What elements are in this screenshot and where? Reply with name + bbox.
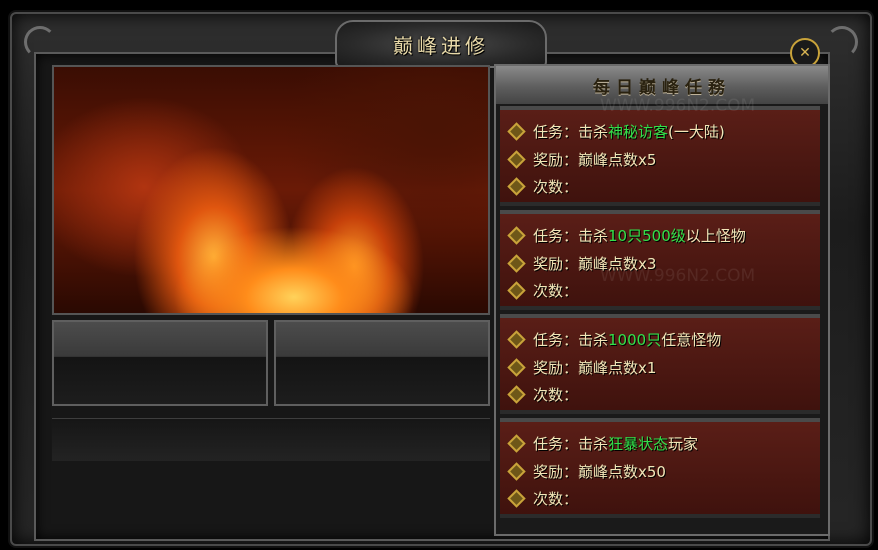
diamond-bullet-icon bbox=[507, 121, 526, 141]
task-card: 任务：击杀 10只500级 以上怪物 奖励：巅峰点数x3 次数： bbox=[500, 210, 820, 310]
task-highlight: 神秘访客 bbox=[608, 122, 669, 141]
task-line: 任务：击杀 神秘访客 (一大陆) bbox=[507, 120, 725, 142]
count-line: 次数： bbox=[507, 487, 578, 509]
item-slot[interactable] bbox=[52, 320, 268, 406]
info-bar bbox=[52, 418, 490, 461]
reward-line: 奖励：巅峰点数x5 bbox=[507, 148, 656, 170]
task-card: 任务：击杀 神秘访客 (一大陆) 奖励：巅峰点数x5 次数： bbox=[500, 106, 820, 206]
fire-banner-image bbox=[52, 65, 490, 315]
task-card: 任务：击杀 狂暴状态 玩家 奖励：巅峰点数x50 次数： bbox=[500, 418, 820, 518]
diamond-bullet-icon bbox=[507, 280, 526, 300]
panel-title: 每日巅峰任務 bbox=[593, 77, 731, 98]
count-line: 次数： bbox=[507, 383, 578, 405]
task-line: 任务：击杀 10只500级 以上怪物 bbox=[507, 224, 746, 246]
task-highlight: 狂暴状态 bbox=[608, 434, 669, 453]
diamond-bullet-icon bbox=[507, 461, 526, 481]
item-slot[interactable] bbox=[274, 320, 490, 406]
task-highlight: 10只500级 bbox=[608, 226, 686, 245]
title-plate: 巅峰进修 bbox=[335, 20, 547, 68]
diamond-bullet-icon bbox=[507, 329, 526, 349]
diamond-bullet-icon bbox=[507, 488, 526, 508]
task-line: 任务：击杀 1000只 任意怪物 bbox=[507, 328, 721, 350]
diamond-bullet-icon bbox=[507, 433, 526, 453]
watermark-text: WWW.996N2.COM bbox=[600, 266, 756, 286]
diamond-bullet-icon bbox=[507, 149, 526, 169]
corner-ornament-icon bbox=[826, 26, 858, 58]
window-title: 巅峰进修 bbox=[393, 33, 489, 58]
count-line: 次数： bbox=[507, 279, 578, 301]
reward-line: 奖励：巅峰点数x50 bbox=[507, 460, 666, 482]
diamond-bullet-icon bbox=[507, 225, 526, 245]
daily-task-panel: 每日巅峰任務 任务：击杀 神秘访客 (一大陆) 奖励：巅峰点数x5 次数： 任务：击… bbox=[494, 64, 830, 536]
diamond-bullet-icon bbox=[507, 176, 526, 196]
count-line: 次数： bbox=[507, 175, 578, 197]
reward-line: 奖励：巅峰点数x1 bbox=[507, 356, 656, 378]
task-line: 任务：击杀 狂暴状态 玩家 bbox=[507, 432, 698, 454]
diamond-bullet-icon bbox=[507, 384, 526, 404]
corner-ornament-icon bbox=[24, 26, 56, 58]
watermark-text: WWW.996N2.COM bbox=[600, 96, 756, 116]
task-highlight: 1000只 bbox=[608, 330, 662, 349]
task-card: 任务：击杀 1000只 任意怪物 奖励：巅峰点数x1 次数： bbox=[500, 314, 820, 414]
diamond-bullet-icon bbox=[507, 253, 526, 273]
close-icon: ✕ bbox=[799, 45, 811, 61]
diamond-bullet-icon bbox=[507, 357, 526, 377]
